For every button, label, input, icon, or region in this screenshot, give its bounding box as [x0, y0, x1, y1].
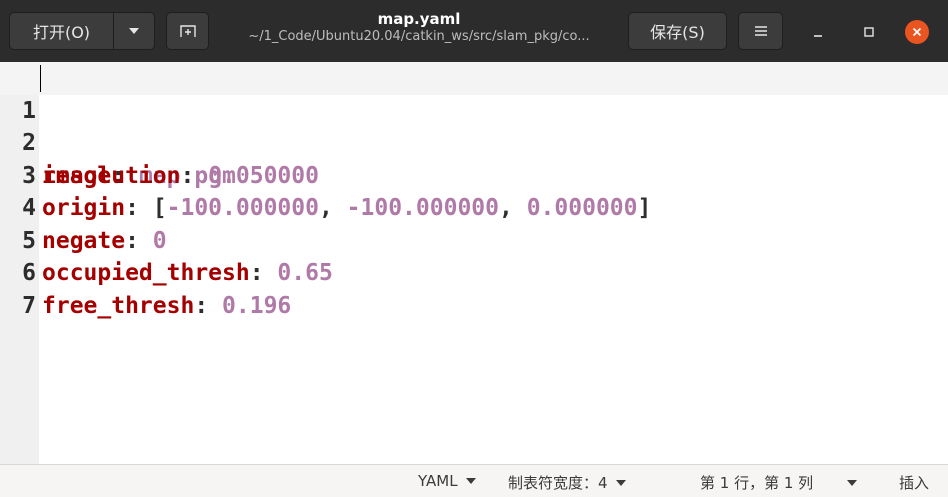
insert-mode[interactable]: 插入 — [899, 472, 929, 493]
title-area: map.yaml ~/1_Code/Ubuntu20.04/catkin_ws/… — [225, 10, 613, 46]
code-line: 5 occupied_thresh: 0.65 — [0, 192, 948, 287]
close-button[interactable] — [904, 19, 930, 45]
cursor-position-label: 第 1 行，第 1 列 — [700, 474, 814, 492]
header-bar: 打开(O) map.yaml ~/1_Code/Ubuntu20.04/catk… — [0, 0, 948, 65]
line-number: 7 — [22, 292, 36, 319]
menu-button[interactable] — [738, 12, 783, 50]
code-line: 2 resolution: 0.050000 — [0, 95, 948, 189]
status-bar: YAML 制表符宽度：4 第 1 行，第 1 列 插入 — [0, 464, 948, 497]
maximize-icon — [864, 27, 874, 37]
yaml-key: free_thresh — [42, 292, 195, 319]
close-circle — [905, 20, 929, 44]
new-tab-button[interactable] — [166, 12, 209, 50]
tab-width-selector[interactable]: 制表符宽度：4 — [508, 472, 626, 493]
hamburger-icon — [754, 26, 767, 36]
language-selector[interactable]: YAML — [418, 472, 476, 490]
code-line: 7 — [0, 257, 948, 319]
window-title: map.yaml — [377, 10, 461, 28]
text-caret — [40, 65, 41, 92]
open-dropdown-button[interactable] — [114, 13, 154, 49]
code-line: 3 origin: [-100.000000, -100.000000, 0.0… — [0, 127, 948, 222]
code-line: 6 free_thresh: 0.196 — [0, 225, 948, 319]
close-icon — [912, 27, 922, 37]
chevron-down-icon — [129, 28, 139, 34]
yaml-value: 0.196 — [222, 292, 292, 319]
open-button[interactable]: 打开(O) — [10, 13, 114, 49]
open-button-group: 打开(O) — [9, 12, 155, 50]
cursor-position[interactable]: 第 1 行，第 1 列 — [700, 472, 858, 493]
minimize-button[interactable] — [805, 19, 831, 45]
code-line: 4 negate: 0 — [0, 160, 948, 254]
chevron-down-icon — [465, 478, 476, 484]
minimize-icon — [814, 35, 822, 37]
language-label: YAML — [418, 472, 458, 490]
chevron-down-icon — [615, 479, 626, 486]
save-button[interactable]: 保存(S) — [628, 12, 727, 50]
file-path: ~/1_Code/Ubuntu20.04/catkin_ws/src/slam_… — [248, 29, 590, 44]
maximize-button[interactable] — [856, 19, 882, 45]
tab-width-label: 制表符宽度：4 — [508, 474, 608, 492]
insert-mode-label: 插入 — [899, 474, 930, 492]
chevron-down-icon — [847, 479, 858, 486]
text-editor[interactable]: 1 image: map.pgm 2 resolution: 0.050000 … — [0, 62, 948, 319]
code-line: 1 image: map.pgm — [0, 62, 948, 189]
new-tab-icon — [179, 25, 196, 37]
